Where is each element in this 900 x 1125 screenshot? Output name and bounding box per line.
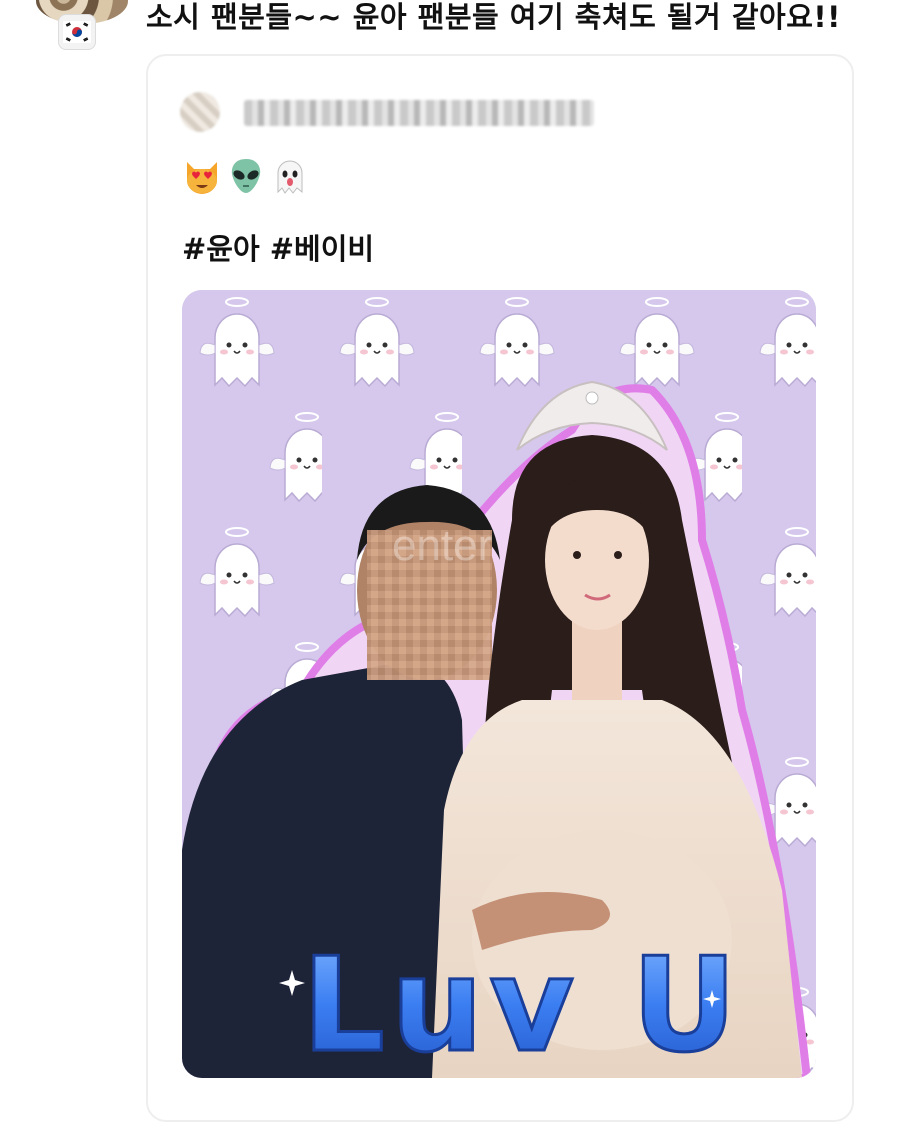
quoted-user-avatar[interactable] bbox=[180, 92, 220, 132]
heart-eyes-cat-emoji bbox=[187, 162, 217, 194]
alien-emoji bbox=[231, 159, 261, 193]
luv-u-sticker: Luv U bbox=[302, 929, 743, 1078]
quoted-post-card[interactable]: #윤아 #베이비 enter Luv U bbox=[146, 54, 854, 1122]
emoji-row bbox=[182, 156, 310, 196]
quoted-username-blurred[interactable] bbox=[244, 100, 594, 126]
photo-watermark: enter bbox=[392, 521, 492, 570]
reply-text: 소시 팬분들~~ 윤아 팬분들 여기 축쳐도 될거 같아요!! bbox=[146, 0, 841, 34]
ghost-emoji bbox=[277, 160, 303, 194]
hashtags[interactable]: #윤아 #베이비 bbox=[182, 226, 374, 268]
post-photo[interactable]: enter Luv U bbox=[182, 290, 816, 1078]
korea-flag-icon bbox=[58, 14, 96, 50]
